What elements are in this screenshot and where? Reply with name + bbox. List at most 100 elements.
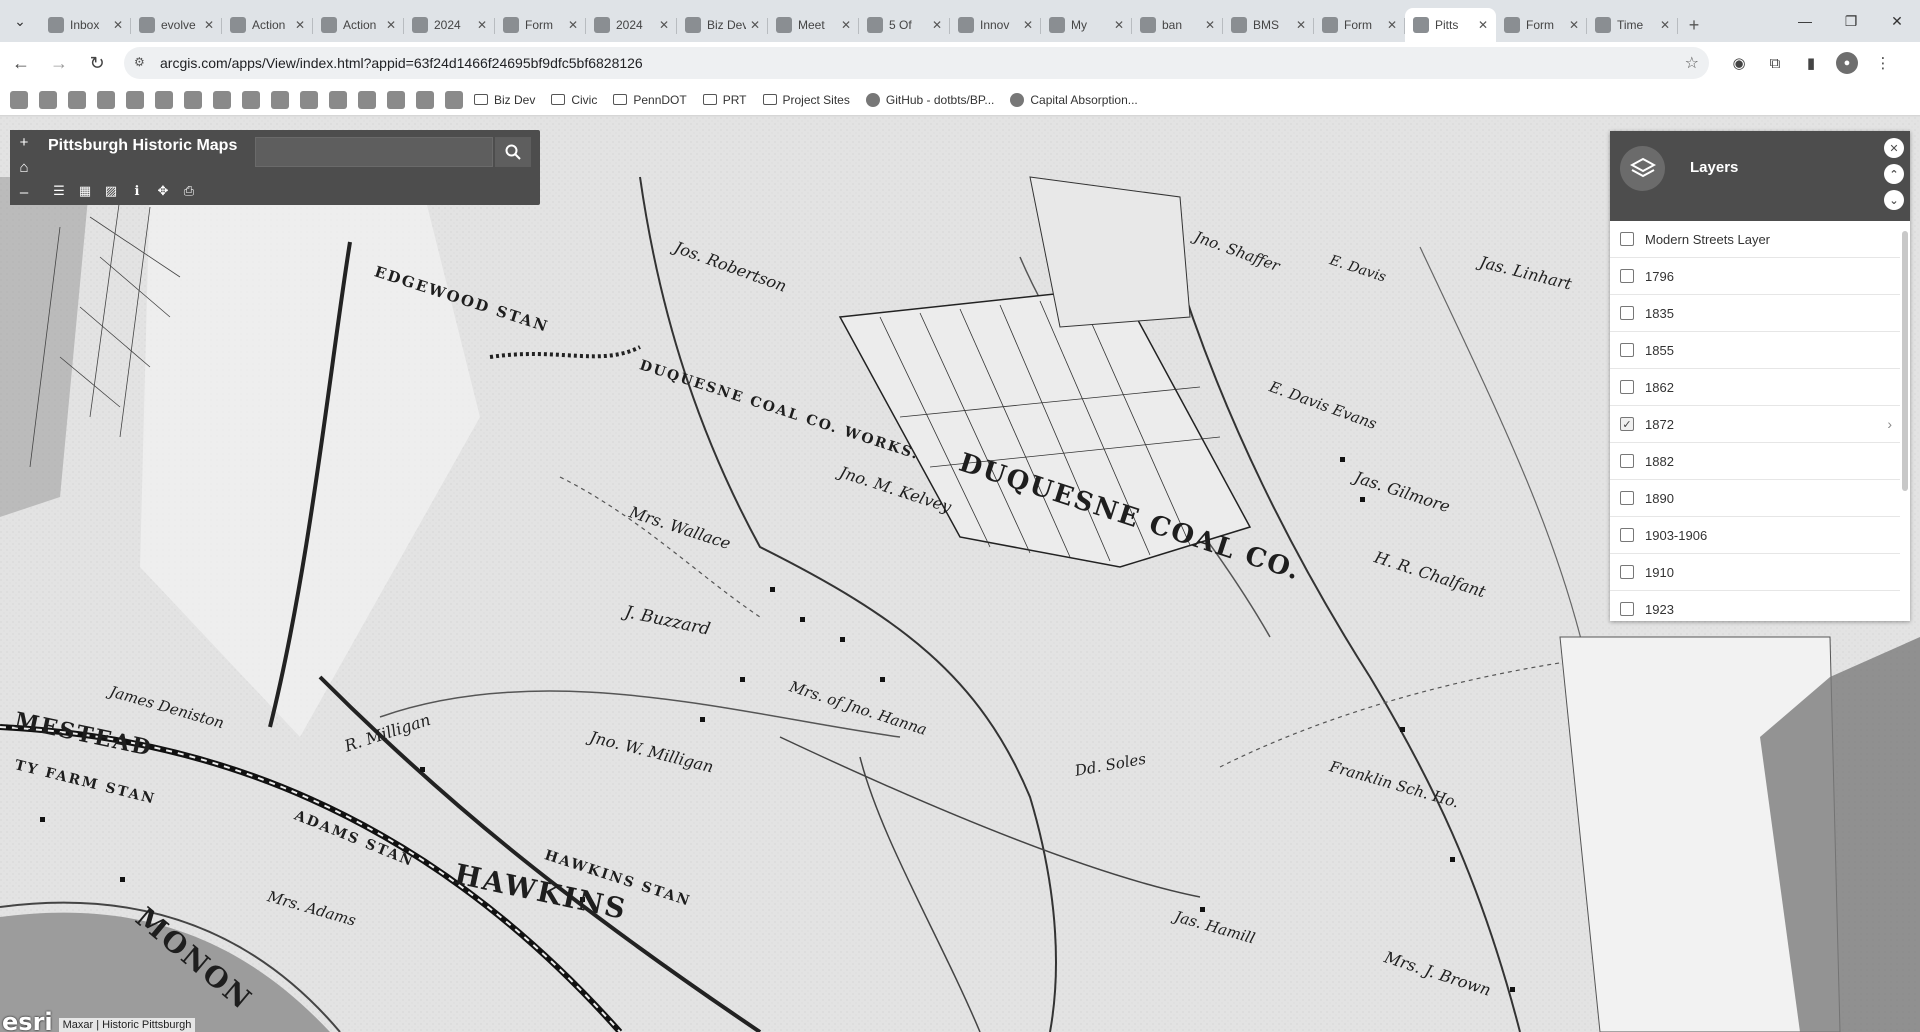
collapse-up-button[interactable]: ⌃ xyxy=(1884,164,1904,184)
browser-tab[interactable]: Action ✕ xyxy=(222,8,313,42)
globe-icon[interactable] xyxy=(416,90,434,109)
bookmark-star-icon[interactable]: ☆ xyxy=(1685,53,1699,73)
close-tab-icon[interactable]: ✕ xyxy=(1478,18,1488,32)
close-tab-icon[interactable]: ✕ xyxy=(659,18,669,32)
layer-item[interactable]: 1903-1906 xyxy=(1610,517,1900,554)
share-tool-icon[interactable]: ✥ xyxy=(150,181,176,201)
new-tab-button[interactable]: + xyxy=(1678,8,1710,42)
layer-list-scrollbar[interactable] xyxy=(1902,231,1908,491)
browser-tab[interactable]: BMS ✕ xyxy=(1223,8,1314,42)
layer-checkbox[interactable] xyxy=(1620,232,1634,246)
close-tab-icon[interactable]: ✕ xyxy=(1660,18,1670,32)
zoom-in-button[interactable]: + xyxy=(20,134,29,151)
link-icon[interactable] xyxy=(271,90,289,109)
menu-icon[interactable]: ⋮ xyxy=(1865,46,1901,80)
print-tool-icon[interactable]: ⎙ xyxy=(176,181,202,201)
close-tab-icon[interactable]: ✕ xyxy=(1023,18,1033,32)
close-tab-icon[interactable]: ✕ xyxy=(477,18,487,32)
zoom-out-button[interactable]: – xyxy=(20,184,28,201)
layer-checkbox[interactable] xyxy=(1620,380,1634,394)
site-icon[interactable] xyxy=(329,90,347,109)
extension-icon[interactable]: ◉ xyxy=(1721,46,1757,80)
browser-tab[interactable]: 5 Of ✕ xyxy=(859,8,950,42)
layer-item[interactable]: 1882 xyxy=(1610,443,1900,480)
layer-checkbox[interactable] xyxy=(1620,528,1634,542)
browser-tab[interactable]: Inbox ✕ xyxy=(40,8,131,42)
forward-button[interactable]: → xyxy=(42,46,76,80)
layer-item[interactable]: 1923 xyxy=(1610,591,1900,621)
chrome-icon[interactable] xyxy=(10,90,28,109)
layer-item[interactable]: 1910 xyxy=(1610,554,1900,591)
browser-tab[interactable]: Form ✕ xyxy=(1314,8,1405,42)
close-panel-button[interactable]: ✕ xyxy=(1884,138,1904,158)
bookmark-folder[interactable]: Project Sites xyxy=(762,93,850,107)
w-icon[interactable] xyxy=(155,90,173,109)
layer-item[interactable]: 1855 xyxy=(1610,332,1900,369)
w-icon[interactable] xyxy=(445,90,463,109)
browser-tab[interactable]: 2024 ✕ xyxy=(586,8,677,42)
bookmark-folder[interactable]: Biz Dev xyxy=(474,93,535,107)
layers-tool-icon[interactable]: ☰ xyxy=(46,181,72,201)
close-tab-icon[interactable]: ✕ xyxy=(841,18,851,32)
address-bar[interactable]: ⚙ arcgis.com/apps/View/index.html?appid=… xyxy=(124,47,1709,79)
layer-item[interactable]: Modern Streets Layer xyxy=(1610,221,1900,258)
profile-avatar[interactable]: ● xyxy=(1829,46,1865,80)
browser-tab[interactable]: Pitts ✕ xyxy=(1405,8,1496,42)
close-tab-icon[interactable]: ✕ xyxy=(1387,18,1397,32)
layer-item[interactable]: 1890 xyxy=(1610,480,1900,517)
close-tab-icon[interactable]: ✕ xyxy=(932,18,942,32)
map-view[interactable]: DUQUESNE COAL CO. DUQUESNE COAL CO. WORKS… xyxy=(0,117,1920,1032)
side-panel-icon[interactable]: ▮ xyxy=(1793,46,1829,80)
close-tab-icon[interactable]: ✕ xyxy=(386,18,396,32)
back-button[interactable]: ← xyxy=(4,46,38,80)
layer-item[interactable]: 1862 xyxy=(1610,369,1900,406)
photos-icon[interactable] xyxy=(213,90,231,109)
layer-item[interactable]: ✓ 1872 › xyxy=(1610,406,1900,443)
layer-checkbox[interactable] xyxy=(1620,491,1634,505)
browser-tab[interactable]: Time ✕ xyxy=(1587,8,1678,42)
browser-tab[interactable]: Innov ✕ xyxy=(950,8,1041,42)
globe-icon[interactable] xyxy=(97,90,115,109)
close-tab-icon[interactable]: ✕ xyxy=(113,18,123,32)
close-window-button[interactable]: ✕ xyxy=(1874,0,1920,42)
browser-tab[interactable]: 2024 ✕ xyxy=(404,8,495,42)
layer-checkbox[interactable] xyxy=(1620,565,1634,579)
bookmark-link[interactable]: Capital Absorption... xyxy=(1010,92,1138,107)
home-icon[interactable]: ⌂ xyxy=(19,159,28,176)
search-button[interactable] xyxy=(495,137,531,167)
close-tab-icon[interactable]: ✕ xyxy=(204,18,214,32)
minimize-button[interactable]: — xyxy=(1782,0,1828,42)
close-tab-icon[interactable]: ✕ xyxy=(295,18,305,32)
chevron-right-icon[interactable]: › xyxy=(1887,416,1892,432)
browser-tab[interactable]: My ✕ xyxy=(1041,8,1132,42)
close-tab-icon[interactable]: ✕ xyxy=(1114,18,1124,32)
layer-checkbox[interactable] xyxy=(1620,454,1634,468)
layer-item[interactable]: 1835 xyxy=(1610,295,1900,332)
browser-tab[interactable]: Meet ✕ xyxy=(768,8,859,42)
layer-checkbox[interactable]: ✓ xyxy=(1620,417,1634,431)
layer-item[interactable]: 1796 xyxy=(1610,258,1900,295)
site-info-icon[interactable]: ⚙ xyxy=(134,55,150,71)
bookmark-link[interactable]: GitHub - dotbts/BP... xyxy=(865,92,994,107)
gmail-icon[interactable] xyxy=(39,90,57,109)
legend-tool-icon[interactable]: ▦ xyxy=(72,181,98,201)
close-tab-icon[interactable]: ✕ xyxy=(1569,18,1579,32)
layer-checkbox[interactable] xyxy=(1620,269,1634,283)
grid-icon[interactable] xyxy=(358,90,376,109)
n-icon[interactable] xyxy=(242,90,260,109)
layer-checkbox[interactable] xyxy=(1620,306,1634,320)
layer-checkbox[interactable] xyxy=(1620,343,1634,357)
browser-tab[interactable]: Form ✕ xyxy=(1496,8,1587,42)
search-input[interactable] xyxy=(255,137,493,167)
bookmark-folder[interactable]: PennDOT xyxy=(613,93,687,107)
close-tab-icon[interactable]: ✕ xyxy=(568,18,578,32)
m-icon[interactable] xyxy=(387,90,405,109)
close-tab-icon[interactable]: ✕ xyxy=(1296,18,1306,32)
browser-tab[interactable]: evolve ✕ xyxy=(131,8,222,42)
bookmark-folder[interactable]: PRT xyxy=(702,93,747,107)
tab-search-button[interactable]: ⌄ xyxy=(0,0,40,42)
close-tab-icon[interactable]: ✕ xyxy=(750,18,760,32)
close-tab-icon[interactable]: ✕ xyxy=(1205,18,1215,32)
reload-button[interactable]: ↻ xyxy=(80,46,114,80)
browser-tab[interactable]: ban ✕ xyxy=(1132,8,1223,42)
